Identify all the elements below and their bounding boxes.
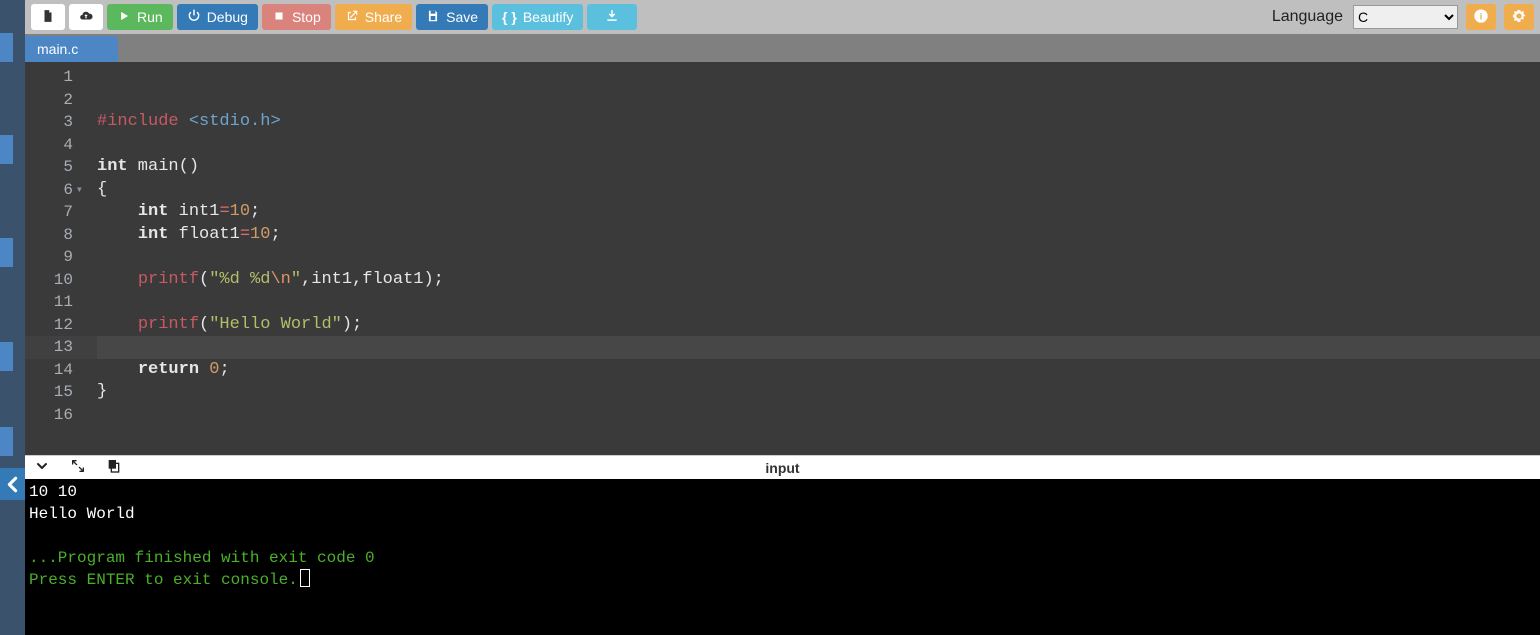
code-line[interactable]: #include <stdio.h> [97,111,1540,134]
rail-segment [0,135,13,164]
line-number: 2 [33,89,73,112]
line-number: 8 [33,224,73,247]
tab-label: main.c [37,41,78,57]
console-output[interactable]: 10 10 Hello World ...Program finished wi… [25,479,1540,635]
run-button[interactable]: Run [107,4,173,30]
tab-strip: main.c [25,34,1540,62]
toolbar: Run Debug Stop Share Save [25,0,1540,34]
play-icon [117,9,131,26]
share-button[interactable]: Share [335,4,412,30]
info-icon: i [1473,8,1489,27]
line-number: 15 [33,381,73,404]
code-line[interactable]: int int1=10; [97,201,1540,224]
code-line[interactable]: { [97,179,1540,202]
code-line[interactable]: } [97,381,1540,404]
rail-segment [0,427,13,456]
left-rail [0,0,25,635]
editor-gutter: 12345678910111213141516 [25,62,83,455]
line-number: 11 [33,291,73,314]
rail-segment [0,33,13,62]
braces-icon: { } [502,9,517,25]
run-label: Run [137,9,163,25]
console-cursor [300,569,310,587]
expand-icon [70,458,86,477]
code-editor[interactable]: 12345678910111213141516 #include <stdio.… [25,62,1540,455]
console-stdout: 10 10 Hello World [29,483,135,523]
rail-segment [0,342,13,371]
new-file-button[interactable] [31,4,65,30]
beautify-label: Beautify [523,9,574,25]
code-line[interactable]: printf("Hello World"); [97,314,1540,337]
share-icon [345,9,359,26]
settings-button[interactable] [1504,4,1534,30]
line-number: 14 [33,359,73,382]
console-toolbar: input [25,455,1540,479]
line-number: 5 [33,156,73,179]
collapse-console-button[interactable] [33,459,51,477]
power-icon [187,9,201,26]
rail-segment [0,238,13,267]
editor-code[interactable]: #include <stdio.h> int main(){ int int1=… [83,62,1540,455]
expand-sidebar-button[interactable] [0,468,25,500]
code-line[interactable] [97,336,1540,359]
stop-label: Stop [292,9,321,25]
code-line[interactable] [97,134,1540,157]
code-line[interactable]: int float1=10; [97,224,1540,247]
upload-button[interactable] [69,4,103,30]
code-line[interactable] [97,66,1540,89]
save-label: Save [446,9,478,25]
code-line[interactable]: printf("%d %d\n",int1,float1); [97,269,1540,292]
save-icon [426,9,440,26]
line-number: 6 [33,179,73,202]
language-label: Language [1272,8,1343,26]
cloud-upload-icon [79,9,93,26]
beautify-button[interactable]: { } Beautify [492,4,583,30]
console-exit-message: ...Program finished with exit code 0 Pre… [29,549,375,589]
line-number: 12 [33,314,73,337]
line-number: 7 [33,201,73,224]
line-number: 9 [33,246,73,269]
debug-button[interactable]: Debug [177,4,258,30]
line-number: 4 [33,134,73,157]
copy-console-button[interactable] [105,459,123,477]
stop-button[interactable]: Stop [262,4,331,30]
file-icon [41,9,55,26]
code-line[interactable]: return 0; [97,359,1540,382]
code-line[interactable] [97,89,1540,112]
stop-icon [272,9,286,26]
line-number: 16 [33,404,73,427]
save-button[interactable]: Save [416,4,488,30]
download-button[interactable] [587,4,637,30]
code-line[interactable]: int main() [97,156,1540,179]
main-area: Run Debug Stop Share Save [25,0,1540,635]
download-icon [605,9,619,26]
fullscreen-console-button[interactable] [69,459,87,477]
line-number: 1 [33,66,73,89]
tab-main-c[interactable]: main.c [25,36,118,62]
console-input-label: input [765,460,799,476]
chevron-down-icon [34,458,50,477]
code-line[interactable] [97,246,1540,269]
info-button[interactable]: i [1466,4,1496,30]
share-label: Share [365,9,402,25]
line-number: 10 [33,269,73,292]
svg-text:i: i [1480,11,1483,21]
debug-label: Debug [207,9,248,25]
copy-icon [106,458,122,477]
code-line[interactable] [97,404,1540,427]
code-line[interactable] [97,291,1540,314]
line-number: 3 [33,111,73,134]
gear-icon [1511,8,1527,27]
language-select[interactable]: C [1353,5,1458,29]
